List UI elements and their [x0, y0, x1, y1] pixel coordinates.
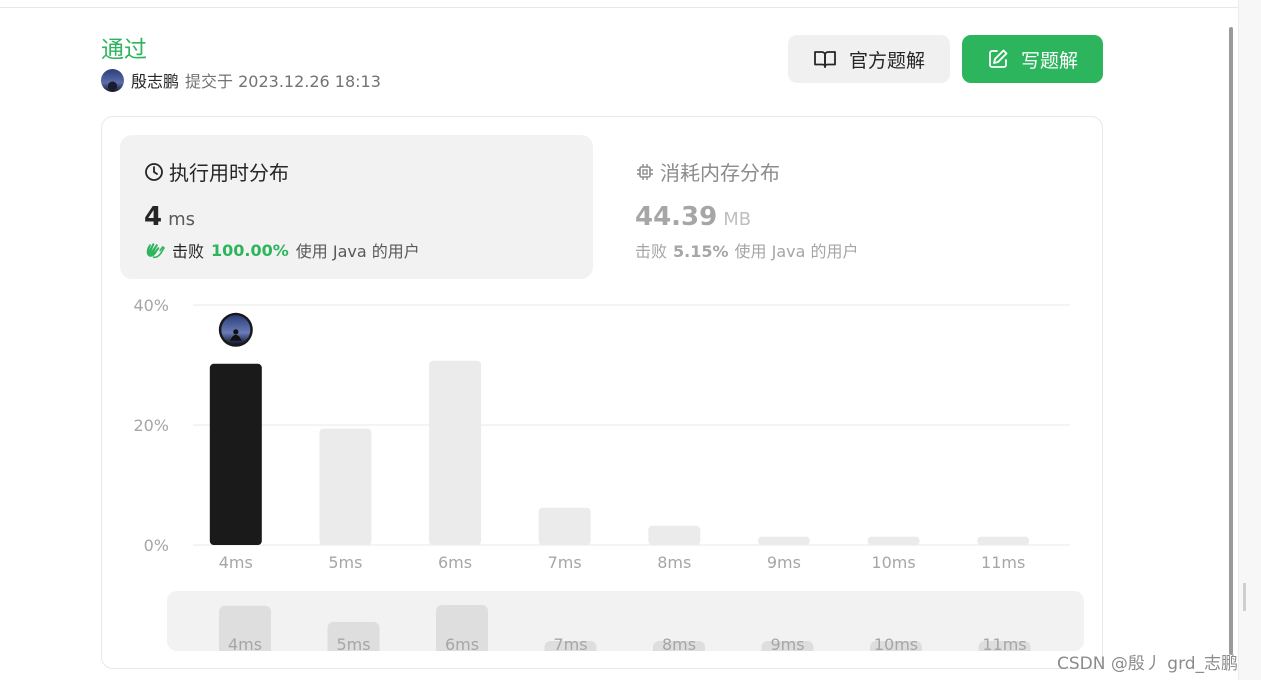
x-tick-label: 6ms: [438, 553, 472, 572]
brush-bars: 4ms 5ms 6ms 7ms 8ms 9ms 10ms 11ms: [219, 604, 1031, 651]
x-tick-label: 4ms: [219, 553, 253, 572]
bar[interactable]: [867, 536, 920, 545]
bar[interactable]: [209, 363, 262, 545]
scrollbar-marker: [1243, 583, 1246, 611]
brush-label: 9ms: [770, 635, 804, 651]
x-tick-label: 5ms: [328, 553, 362, 572]
bar[interactable]: [429, 360, 482, 545]
brush-label: 5ms: [336, 635, 370, 651]
brush-label: 8ms: [662, 635, 696, 651]
x-tick-label: 10ms: [871, 553, 915, 572]
x-tick-label: 8ms: [657, 553, 691, 572]
brush-label: 7ms: [553, 635, 587, 651]
brush-label: 4ms: [228, 635, 262, 651]
bar[interactable]: [319, 428, 372, 545]
y-tick-label: 0%: [144, 536, 169, 555]
bar[interactable]: [977, 536, 1030, 545]
brush-label: 6ms: [445, 635, 479, 651]
runtime-distribution-chart[interactable]: 0% 20% 40% 4ms 5ms 6ms 7ms 8ms 9ms 10ms 11ms: [0, 0, 1110, 600]
bar[interactable]: [648, 525, 701, 545]
panel-scrollbar-thumb[interactable]: [1229, 27, 1233, 655]
avatar-head: [233, 329, 239, 335]
chart-range-brush[interactable]: 4ms 5ms 6ms 7ms 8ms 9ms 10ms 11ms: [167, 591, 1084, 651]
y-tick-label: 40%: [133, 296, 169, 315]
x-tick-label: 11ms: [981, 553, 1025, 572]
bar[interactable]: [757, 536, 810, 545]
bar[interactable]: [538, 507, 591, 545]
page-scrollbar-track[interactable]: [1238, 0, 1261, 680]
watermark: CSDN @殷丿 grd_志鹏: [1057, 654, 1239, 674]
x-tick-label: 9ms: [767, 553, 801, 572]
x-tick-label: 7ms: [548, 553, 582, 572]
brush-label: 11ms: [982, 635, 1026, 651]
y-tick-label: 20%: [133, 416, 169, 435]
brush-label: 10ms: [874, 635, 918, 651]
